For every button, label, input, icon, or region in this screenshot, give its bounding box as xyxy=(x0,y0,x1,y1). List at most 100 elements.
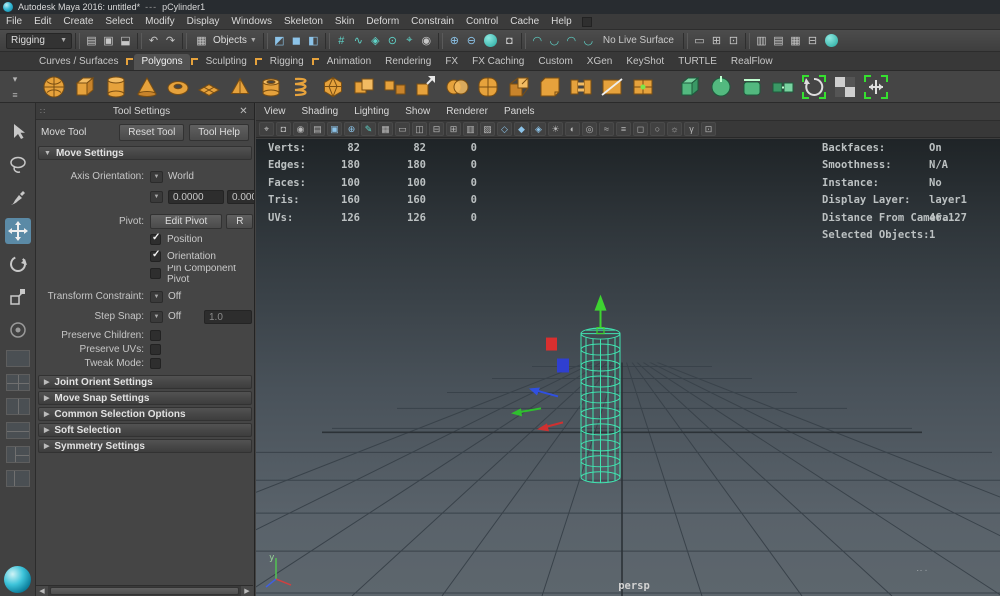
preserve-uvs-checkbox[interactable] xyxy=(150,344,161,355)
scale-tool-button[interactable] xyxy=(5,284,31,310)
edit-pivot-button[interactable]: Edit Pivot xyxy=(150,214,222,229)
section-joint-orient-settings[interactable]: ▶ Joint Orient Settings xyxy=(38,375,252,389)
select-camera-icon[interactable]: ⌖ xyxy=(259,122,274,136)
menu-skeleton[interactable]: Skeleton xyxy=(278,16,329,27)
camera-attributes-icon[interactable]: ◉ xyxy=(293,122,308,136)
scene-handles[interactable] xyxy=(511,338,569,432)
lock-selection-icon[interactable]: ◘ xyxy=(501,32,518,49)
layout-four-pane-button[interactable] xyxy=(6,374,30,391)
move-tool-button[interactable] xyxy=(5,218,31,244)
make-live-icon[interactable]: ◉ xyxy=(418,32,435,49)
live-surface-snap-icon[interactable]: ◡ xyxy=(580,32,597,49)
layout-three-pane-button[interactable] xyxy=(6,446,30,463)
lock-camera-icon[interactable]: ◘ xyxy=(276,122,291,136)
construction-history-icon[interactable]: ◠ xyxy=(529,32,546,49)
toolbar-grip[interactable] xyxy=(263,33,268,49)
textured-mode-icon[interactable]: ◈ xyxy=(531,122,546,136)
shelf-tab-curves-surfaces[interactable]: Curves / Surfaces xyxy=(32,54,125,70)
menu-cache[interactable]: Cache xyxy=(504,16,545,27)
input-operations-icon[interactable]: ⊕ xyxy=(446,32,463,49)
step-snap-size-field[interactable]: 1.0 xyxy=(204,310,252,324)
shelf-poly-cube-button[interactable] xyxy=(71,73,98,100)
viewport-menu-renderer[interactable]: Renderer xyxy=(438,106,496,117)
section-move-settings[interactable]: ▼ Move Settings xyxy=(38,146,252,160)
last-tool-button[interactable] xyxy=(5,317,31,343)
snap-to-projected-center-icon[interactable]: ⊙ xyxy=(384,32,401,49)
menu-edit[interactable]: Edit xyxy=(28,16,57,27)
viewport-menu-lighting[interactable]: Lighting xyxy=(346,106,397,117)
menu-windows[interactable]: Windows xyxy=(225,16,278,27)
axis-orientation-dropdown[interactable]: ▼ xyxy=(150,171,163,183)
attribute-editor-icon[interactable]: ▦ xyxy=(787,32,804,49)
toolbar-grip[interactable] xyxy=(521,33,526,49)
red-handle[interactable] xyxy=(546,338,557,351)
pcylinder1-wireframe[interactable] xyxy=(581,328,620,483)
shelf-tab-turtle[interactable]: TURTLE xyxy=(671,54,724,70)
bookmarks-icon[interactable]: ▤ xyxy=(310,122,325,136)
layout-outliner-persp-button[interactable] xyxy=(6,470,30,487)
shelf-poly-prism-button[interactable] xyxy=(226,73,253,100)
grid-toggle-icon[interactable]: ▦ xyxy=(378,122,393,136)
channel-box-icon[interactable]: ▤ xyxy=(770,32,787,49)
reset-pivot-button[interactable]: R xyxy=(226,214,253,229)
xray-icon[interactable]: ◻ xyxy=(633,122,648,136)
toolbar-grip[interactable] xyxy=(438,33,443,49)
shelf-tab-fx[interactable]: FX xyxy=(438,54,465,70)
shelf-mirror-button[interactable] xyxy=(676,73,703,100)
section-move-snap-settings[interactable]: ▶ Move Snap Settings xyxy=(38,391,252,405)
shelf-combine-button[interactable] xyxy=(350,73,377,100)
select-tool-button[interactable] xyxy=(5,119,31,145)
layout-two-pane-side-button[interactable] xyxy=(6,398,30,415)
preserve-children-checkbox[interactable] xyxy=(150,330,161,341)
menu-control[interactable]: Control xyxy=(460,16,504,27)
quick-help-icon[interactable] xyxy=(484,34,497,47)
manipulator-y-arrowhead[interactable] xyxy=(595,295,607,311)
menu-create[interactable]: Create xyxy=(57,16,99,27)
step-snap-value[interactable]: Off xyxy=(168,311,204,322)
use-all-lights-icon[interactable]: ☀ xyxy=(548,122,563,136)
shelf-bridge-button[interactable] xyxy=(567,73,594,100)
new-scene-icon[interactable]: ▤ xyxy=(83,32,100,49)
2d-pan-zoom-icon[interactable]: ⊕ xyxy=(344,122,359,136)
viewport-menu-panels[interactable]: Panels xyxy=(496,106,543,117)
shelf-tab-custom[interactable]: Custom xyxy=(531,54,579,70)
offset-x-field[interactable]: 0.0000 xyxy=(168,190,224,204)
layout-two-pane-stacked-button[interactable] xyxy=(6,422,30,439)
offset-y-field[interactable]: 0.0000 xyxy=(227,190,254,204)
save-scene-icon[interactable]: ⬓ xyxy=(117,32,134,49)
shelf-tab-realflow[interactable]: RealFlow xyxy=(724,54,780,70)
section-common-selection-options[interactable]: ▶ Common Selection Options xyxy=(38,407,252,421)
select-by-hierarchy-icon[interactable]: ◩ xyxy=(271,32,288,49)
select-by-component-icon[interactable]: ◧ xyxy=(305,32,322,49)
shelf-transfer-attributes-button[interactable] xyxy=(769,73,796,100)
shelf-tab-list-icon[interactable]: ▾ xyxy=(8,73,22,86)
scroll-right-icon[interactable]: ▶ xyxy=(241,586,253,596)
shelf-poly-platonic-button[interactable] xyxy=(319,73,346,100)
shaded-mode-icon[interactable]: ◆ xyxy=(514,122,529,136)
shelf-poly-plane-button[interactable] xyxy=(195,73,222,100)
wireframe-mode-icon[interactable]: ◇ xyxy=(497,122,512,136)
snap-to-view-plane-icon[interactable]: ⌖ xyxy=(401,32,418,49)
shelf-poly-helix-button[interactable] xyxy=(288,73,315,100)
pin-component-pivot-checkbox[interactable] xyxy=(150,268,161,279)
render-view-icon[interactable]: ▭ xyxy=(691,32,708,49)
safe-action-icon[interactable]: ▥ xyxy=(463,122,478,136)
viewport-menu-shading[interactable]: Shading xyxy=(294,106,347,117)
menuset-selector[interactable]: Rigging ▼ xyxy=(6,33,72,49)
shelf-bevel-button[interactable] xyxy=(536,73,563,100)
gamma-icon[interactable]: γ xyxy=(684,122,699,136)
shelf-sculpt-button[interactable] xyxy=(738,73,765,100)
shelf-tab-keyshot[interactable]: KeyShot xyxy=(619,54,671,70)
xray-joints-icon[interactable]: ○ xyxy=(650,122,665,136)
viewport-menu-view[interactable]: View xyxy=(256,106,294,117)
menu-skin[interactable]: Skin xyxy=(329,16,360,27)
menu-display[interactable]: Display xyxy=(181,16,226,27)
snap-to-grid-icon[interactable]: # xyxy=(333,32,350,49)
tool-settings-titlebar[interactable]: ∷ Tool Settings ✕ xyxy=(36,103,254,120)
shelf-separate-button[interactable] xyxy=(381,73,408,100)
offset-mode-dropdown[interactable]: ▼ xyxy=(150,191,163,203)
toolbar-grip[interactable] xyxy=(75,33,80,49)
gate-mask-icon[interactable]: ⊟ xyxy=(429,122,444,136)
open-scene-icon[interactable]: ▣ xyxy=(100,32,117,49)
shelf-poly-sphere-button[interactable] xyxy=(40,73,67,100)
